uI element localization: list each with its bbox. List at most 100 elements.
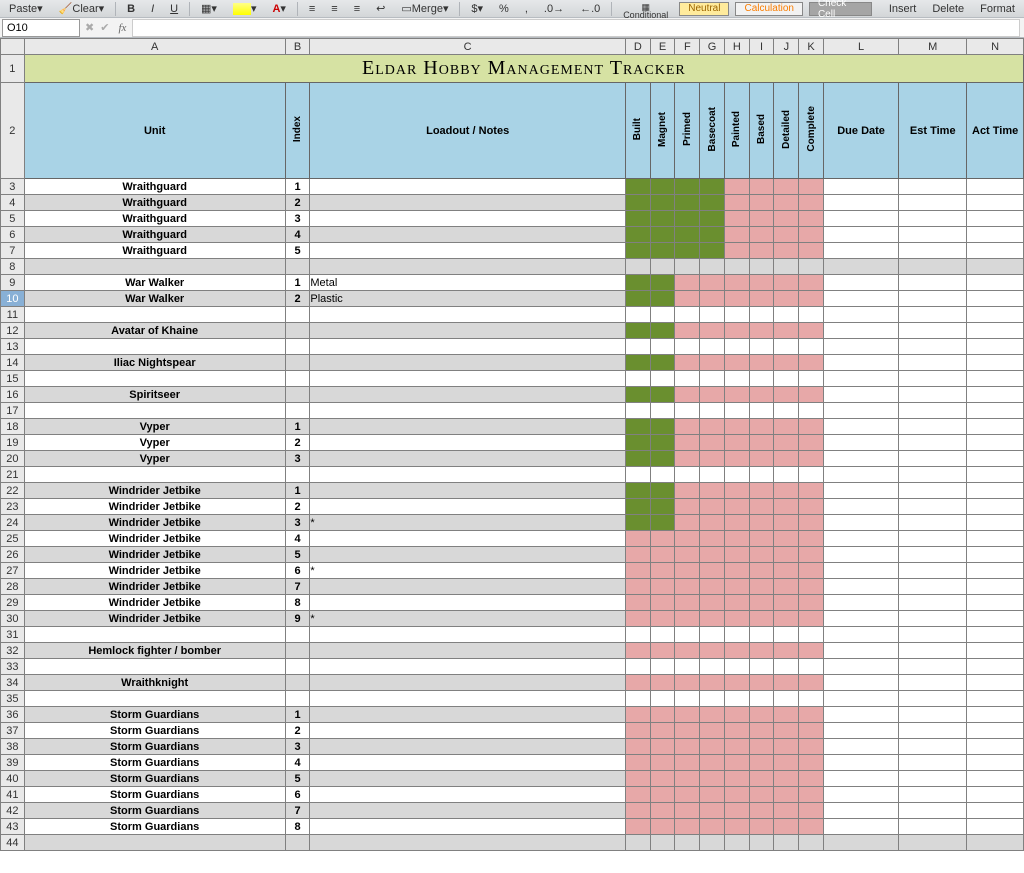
cell-J37[interactable] [774, 723, 799, 739]
cell-A9[interactable]: War Walker [24, 275, 285, 291]
cell-B43[interactable]: 8 [285, 819, 310, 835]
row-header-28[interactable]: 28 [1, 579, 25, 595]
cell-L21[interactable] [823, 467, 898, 483]
cell-M31[interactable] [899, 627, 967, 643]
cell-H30[interactable] [724, 611, 749, 627]
cell-K33[interactable] [799, 659, 824, 675]
cell-N27[interactable] [967, 563, 1024, 579]
cell-L11[interactable] [823, 307, 898, 323]
cell-H33[interactable] [724, 659, 749, 675]
cell-C19[interactable] [310, 435, 626, 451]
cell-C13[interactable] [310, 339, 626, 355]
cell-J20[interactable] [774, 451, 799, 467]
cell-L14[interactable] [823, 355, 898, 371]
cell-H17[interactable] [724, 403, 749, 419]
cell-F23[interactable] [675, 499, 700, 515]
align-right-button[interactable]: ≡ [349, 2, 365, 16]
cell-D30[interactable] [625, 611, 650, 627]
cell-I42[interactable] [749, 803, 774, 819]
cell-K20[interactable] [799, 451, 824, 467]
cell-C24[interactable]: * [310, 515, 626, 531]
cell-M20[interactable] [899, 451, 967, 467]
cell-C14[interactable] [310, 355, 626, 371]
cell-N42[interactable] [967, 803, 1024, 819]
cell-B27[interactable]: 6 [285, 563, 310, 579]
row-header-18[interactable]: 18 [1, 419, 25, 435]
cell-N6[interactable] [967, 227, 1024, 243]
cell-C26[interactable] [310, 547, 626, 563]
style-calc[interactable]: Calculation [735, 2, 802, 16]
cell-E8[interactable] [650, 259, 675, 275]
cell-L8[interactable] [823, 259, 898, 275]
cell-L28[interactable] [823, 579, 898, 595]
cell-L27[interactable] [823, 563, 898, 579]
cell-M17[interactable] [899, 403, 967, 419]
cell-L31[interactable] [823, 627, 898, 643]
cell-G5[interactable] [700, 211, 725, 227]
cell-G8[interactable] [700, 259, 725, 275]
cell-I32[interactable] [749, 643, 774, 659]
cell-M8[interactable] [899, 259, 967, 275]
cell-K42[interactable] [799, 803, 824, 819]
cell-M21[interactable] [899, 467, 967, 483]
cell-B36[interactable]: 1 [285, 707, 310, 723]
cell-N20[interactable] [967, 451, 1024, 467]
row-header-41[interactable]: 41 [1, 787, 25, 803]
cell-F16[interactable] [675, 387, 700, 403]
cell-D42[interactable] [625, 803, 650, 819]
cell-D12[interactable] [625, 323, 650, 339]
header-based[interactable]: Based [749, 83, 774, 179]
cell-K19[interactable] [799, 435, 824, 451]
cell-H34[interactable] [724, 675, 749, 691]
row-header-12[interactable]: 12 [1, 323, 25, 339]
cell-C41[interactable] [310, 787, 626, 803]
cell-E37[interactable] [650, 723, 675, 739]
cell-I44[interactable] [749, 835, 774, 851]
cell-G16[interactable] [700, 387, 725, 403]
cell-E28[interactable] [650, 579, 675, 595]
cell-N38[interactable] [967, 739, 1024, 755]
row-header-37[interactable]: 37 [1, 723, 25, 739]
cell-D28[interactable] [625, 579, 650, 595]
cell-I17[interactable] [749, 403, 774, 419]
cell-M11[interactable] [899, 307, 967, 323]
cell-M19[interactable] [899, 435, 967, 451]
cell-L36[interactable] [823, 707, 898, 723]
row-header-26[interactable]: 26 [1, 547, 25, 563]
cell-N16[interactable] [967, 387, 1024, 403]
cell-M25[interactable] [899, 531, 967, 547]
cell-M28[interactable] [899, 579, 967, 595]
cell-G19[interactable] [700, 435, 725, 451]
cell-E7[interactable] [650, 243, 675, 259]
cell-J40[interactable] [774, 771, 799, 787]
cell-E20[interactable] [650, 451, 675, 467]
cell-K23[interactable] [799, 499, 824, 515]
insert-button[interactable]: Insert [884, 2, 922, 16]
col-header-H[interactable]: H [724, 39, 749, 55]
cell-K28[interactable] [799, 579, 824, 595]
cell-A37[interactable]: Storm Guardians [24, 723, 285, 739]
cell-L34[interactable] [823, 675, 898, 691]
cell-J9[interactable] [774, 275, 799, 291]
cell-M10[interactable] [899, 291, 967, 307]
cell-N19[interactable] [967, 435, 1024, 451]
cell-E43[interactable] [650, 819, 675, 835]
row-header-8[interactable]: 8 [1, 259, 25, 275]
bold-button[interactable]: B [122, 2, 140, 16]
cell-D17[interactable] [625, 403, 650, 419]
cell-L37[interactable] [823, 723, 898, 739]
row-header-13[interactable]: 13 [1, 339, 25, 355]
cell-I29[interactable] [749, 595, 774, 611]
cell-K6[interactable] [799, 227, 824, 243]
cell-M35[interactable] [899, 691, 967, 707]
cell-J41[interactable] [774, 787, 799, 803]
cell-J27[interactable] [774, 563, 799, 579]
cell-K3[interactable] [799, 179, 824, 195]
cell-J21[interactable] [774, 467, 799, 483]
align-center-button[interactable]: ≡ [326, 2, 342, 16]
row-header-25[interactable]: 25 [1, 531, 25, 547]
cell-D13[interactable] [625, 339, 650, 355]
cell-J26[interactable] [774, 547, 799, 563]
cell-A22[interactable]: Windrider Jetbike [24, 483, 285, 499]
cell-N24[interactable] [967, 515, 1024, 531]
